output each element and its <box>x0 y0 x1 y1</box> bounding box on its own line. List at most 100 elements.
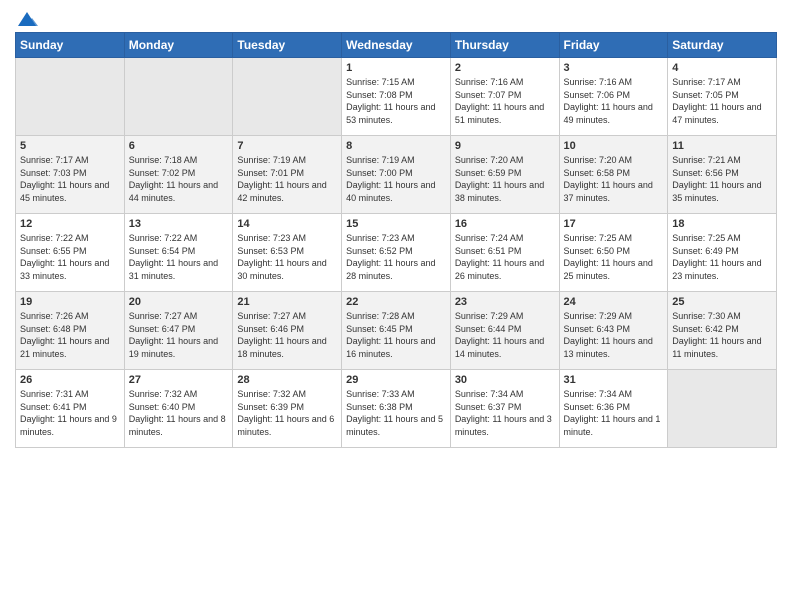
day-info: Sunrise: 7:28 AMSunset: 6:45 PMDaylight:… <box>346 310 446 360</box>
calendar-table: SundayMondayTuesdayWednesdayThursdayFrid… <box>15 32 777 448</box>
day-number: 22 <box>346 296 446 308</box>
weekday-header-thursday: Thursday <box>450 33 559 58</box>
day-number: 30 <box>455 374 555 386</box>
day-number: 28 <box>237 374 337 386</box>
calendar-cell: 29 Sunrise: 7:33 AMSunset: 6:38 PMDayligh… <box>342 370 451 448</box>
day-info: Sunrise: 7:32 AMSunset: 6:39 PMDaylight:… <box>237 388 337 438</box>
day-info: Sunrise: 7:26 AMSunset: 6:48 PMDaylight:… <box>20 310 120 360</box>
calendar-cell: 27 Sunrise: 7:32 AMSunset: 6:40 PMDayligh… <box>124 370 233 448</box>
calendar-cell: 30 Sunrise: 7:34 AMSunset: 6:37 PMDayligh… <box>450 370 559 448</box>
day-info: Sunrise: 7:23 AMSunset: 6:53 PMDaylight:… <box>237 232 337 282</box>
day-number: 11 <box>672 140 772 152</box>
day-number: 23 <box>455 296 555 308</box>
calendar-cell: 25Sunrise: 7:30 AMSunset: 6:42 PMDayligh… <box>668 292 777 370</box>
day-info: Sunrise: 7:21 AMSunset: 6:56 PMDaylight:… <box>672 154 772 204</box>
day-info: Sunrise: 7:23 AMSunset: 6:52 PMDaylight:… <box>346 232 446 282</box>
day-number: 26 <box>20 374 120 386</box>
day-info: Sunrise: 7:19 AMSunset: 7:01 PMDaylight:… <box>237 154 337 204</box>
calendar-cell: 22 Sunrise: 7:28 AMSunset: 6:45 PMDayligh… <box>342 292 451 370</box>
day-number: 7 <box>237 140 337 152</box>
day-number: 12 <box>20 218 120 230</box>
weekday-header-saturday: Saturday <box>668 33 777 58</box>
calendar-cell <box>16 58 125 136</box>
calendar-cell: 28 Sunrise: 7:32 AMSunset: 6:39 PMDayligh… <box>233 370 342 448</box>
day-info: Sunrise: 7:25 AMSunset: 6:50 PMDaylight:… <box>564 232 664 282</box>
calendar-cell: 21 Sunrise: 7:27 AMSunset: 6:46 PMDayligh… <box>233 292 342 370</box>
day-number: 20 <box>129 296 229 308</box>
day-number: 2 <box>455 62 555 74</box>
calendar-cell: 7 Sunrise: 7:19 AMSunset: 7:01 PMDaylight… <box>233 136 342 214</box>
day-number: 18 <box>672 218 772 230</box>
weekday-header-friday: Friday <box>559 33 668 58</box>
weekday-header-monday: Monday <box>124 33 233 58</box>
day-number: 14 <box>237 218 337 230</box>
day-info: Sunrise: 7:24 AMSunset: 6:51 PMDaylight:… <box>455 232 555 282</box>
day-number: 10 <box>564 140 664 152</box>
day-info: Sunrise: 7:27 AMSunset: 6:47 PMDaylight:… <box>129 310 229 360</box>
calendar-cell: 26 Sunrise: 7:31 AMSunset: 6:41 PMDayligh… <box>16 370 125 448</box>
day-number: 9 <box>455 140 555 152</box>
weekday-header-wednesday: Wednesday <box>342 33 451 58</box>
day-number: 5 <box>20 140 120 152</box>
day-number: 6 <box>129 140 229 152</box>
calendar-cell: 2 Sunrise: 7:16 AMSunset: 7:07 PMDaylight… <box>450 58 559 136</box>
calendar-cell: 19Sunrise: 7:26 AMSunset: 6:48 PMDayligh… <box>16 292 125 370</box>
calendar-cell: 10 Sunrise: 7:20 AMSunset: 6:58 PMDayligh… <box>559 136 668 214</box>
calendar-cell <box>668 370 777 448</box>
calendar-cell: 20 Sunrise: 7:27 AMSunset: 6:47 PMDayligh… <box>124 292 233 370</box>
calendar-cell: 11 Sunrise: 7:21 AMSunset: 6:56 PMDayligh… <box>668 136 777 214</box>
day-number: 27 <box>129 374 229 386</box>
day-number: 31 <box>564 374 664 386</box>
day-number: 16 <box>455 218 555 230</box>
calendar-cell: 17 Sunrise: 7:25 AMSunset: 6:50 PMDayligh… <box>559 214 668 292</box>
calendar-cell: 8 Sunrise: 7:19 AMSunset: 7:00 PMDaylight… <box>342 136 451 214</box>
weekday-header-tuesday: Tuesday <box>233 33 342 58</box>
day-info: Sunrise: 7:27 AMSunset: 6:46 PMDaylight:… <box>237 310 337 360</box>
day-info: Sunrise: 7:29 AMSunset: 6:44 PMDaylight:… <box>455 310 555 360</box>
calendar-cell: 14 Sunrise: 7:23 AMSunset: 6:53 PMDayligh… <box>233 214 342 292</box>
day-info: Sunrise: 7:31 AMSunset: 6:41 PMDaylight:… <box>20 388 120 438</box>
day-info: Sunrise: 7:16 AMSunset: 7:07 PMDaylight:… <box>455 76 555 126</box>
day-info: Sunrise: 7:22 AMSunset: 6:54 PMDaylight:… <box>129 232 229 282</box>
day-number: 21 <box>237 296 337 308</box>
day-number: 13 <box>129 218 229 230</box>
calendar-cell: 16 Sunrise: 7:24 AMSunset: 6:51 PMDayligh… <box>450 214 559 292</box>
page-header <box>15 10 777 24</box>
day-info: Sunrise: 7:33 AMSunset: 6:38 PMDaylight:… <box>346 388 446 438</box>
calendar-cell: 15 Sunrise: 7:23 AMSunset: 6:52 PMDayligh… <box>342 214 451 292</box>
day-info: Sunrise: 7:16 AMSunset: 7:06 PMDaylight:… <box>564 76 664 126</box>
day-info: Sunrise: 7:20 AMSunset: 6:58 PMDaylight:… <box>564 154 664 204</box>
day-number: 4 <box>672 62 772 74</box>
calendar-cell: 5 Sunrise: 7:17 AMSunset: 7:03 PMDaylight… <box>16 136 125 214</box>
day-number: 25 <box>672 296 772 308</box>
day-info: Sunrise: 7:20 AMSunset: 6:59 PMDaylight:… <box>455 154 555 204</box>
day-number: 29 <box>346 374 446 386</box>
day-number: 8 <box>346 140 446 152</box>
day-number: 1 <box>346 62 446 74</box>
day-number: 15 <box>346 218 446 230</box>
day-info: Sunrise: 7:25 AMSunset: 6:49 PMDaylight:… <box>672 232 772 282</box>
day-info: Sunrise: 7:19 AMSunset: 7:00 PMDaylight:… <box>346 154 446 204</box>
logo-icon <box>16 10 38 28</box>
calendar-cell <box>233 58 342 136</box>
day-info: Sunrise: 7:17 AMSunset: 7:05 PMDaylight:… <box>672 76 772 126</box>
day-info: Sunrise: 7:32 AMSunset: 6:40 PMDaylight:… <box>129 388 229 438</box>
day-info: Sunrise: 7:17 AMSunset: 7:03 PMDaylight:… <box>20 154 120 204</box>
calendar-cell: 24Sunrise: 7:29 AMSunset: 6:43 PMDayligh… <box>559 292 668 370</box>
calendar-cell: 13 Sunrise: 7:22 AMSunset: 6:54 PMDayligh… <box>124 214 233 292</box>
calendar-cell <box>124 58 233 136</box>
day-info: Sunrise: 7:22 AMSunset: 6:55 PMDaylight:… <box>20 232 120 282</box>
weekday-header-sunday: Sunday <box>16 33 125 58</box>
day-info: Sunrise: 7:29 AMSunset: 6:43 PMDaylight:… <box>564 310 664 360</box>
calendar-cell: 6 Sunrise: 7:18 AMSunset: 7:02 PMDaylight… <box>124 136 233 214</box>
calendar-cell: 9 Sunrise: 7:20 AMSunset: 6:59 PMDaylight… <box>450 136 559 214</box>
day-number: 17 <box>564 218 664 230</box>
day-info: Sunrise: 7:34 AMSunset: 6:37 PMDaylight:… <box>455 388 555 438</box>
calendar-cell: 12 Sunrise: 7:22 AMSunset: 6:55 PMDayligh… <box>16 214 125 292</box>
calendar-cell: 3 Sunrise: 7:16 AMSunset: 7:06 PMDaylight… <box>559 58 668 136</box>
calendar-cell: 23 Sunrise: 7:29 AMSunset: 6:44 PMDayligh… <box>450 292 559 370</box>
day-info: Sunrise: 7:18 AMSunset: 7:02 PMDaylight:… <box>129 154 229 204</box>
logo <box>15 10 38 24</box>
day-info: Sunrise: 7:34 AMSunset: 6:36 PMDaylight:… <box>564 388 664 438</box>
day-number: 3 <box>564 62 664 74</box>
